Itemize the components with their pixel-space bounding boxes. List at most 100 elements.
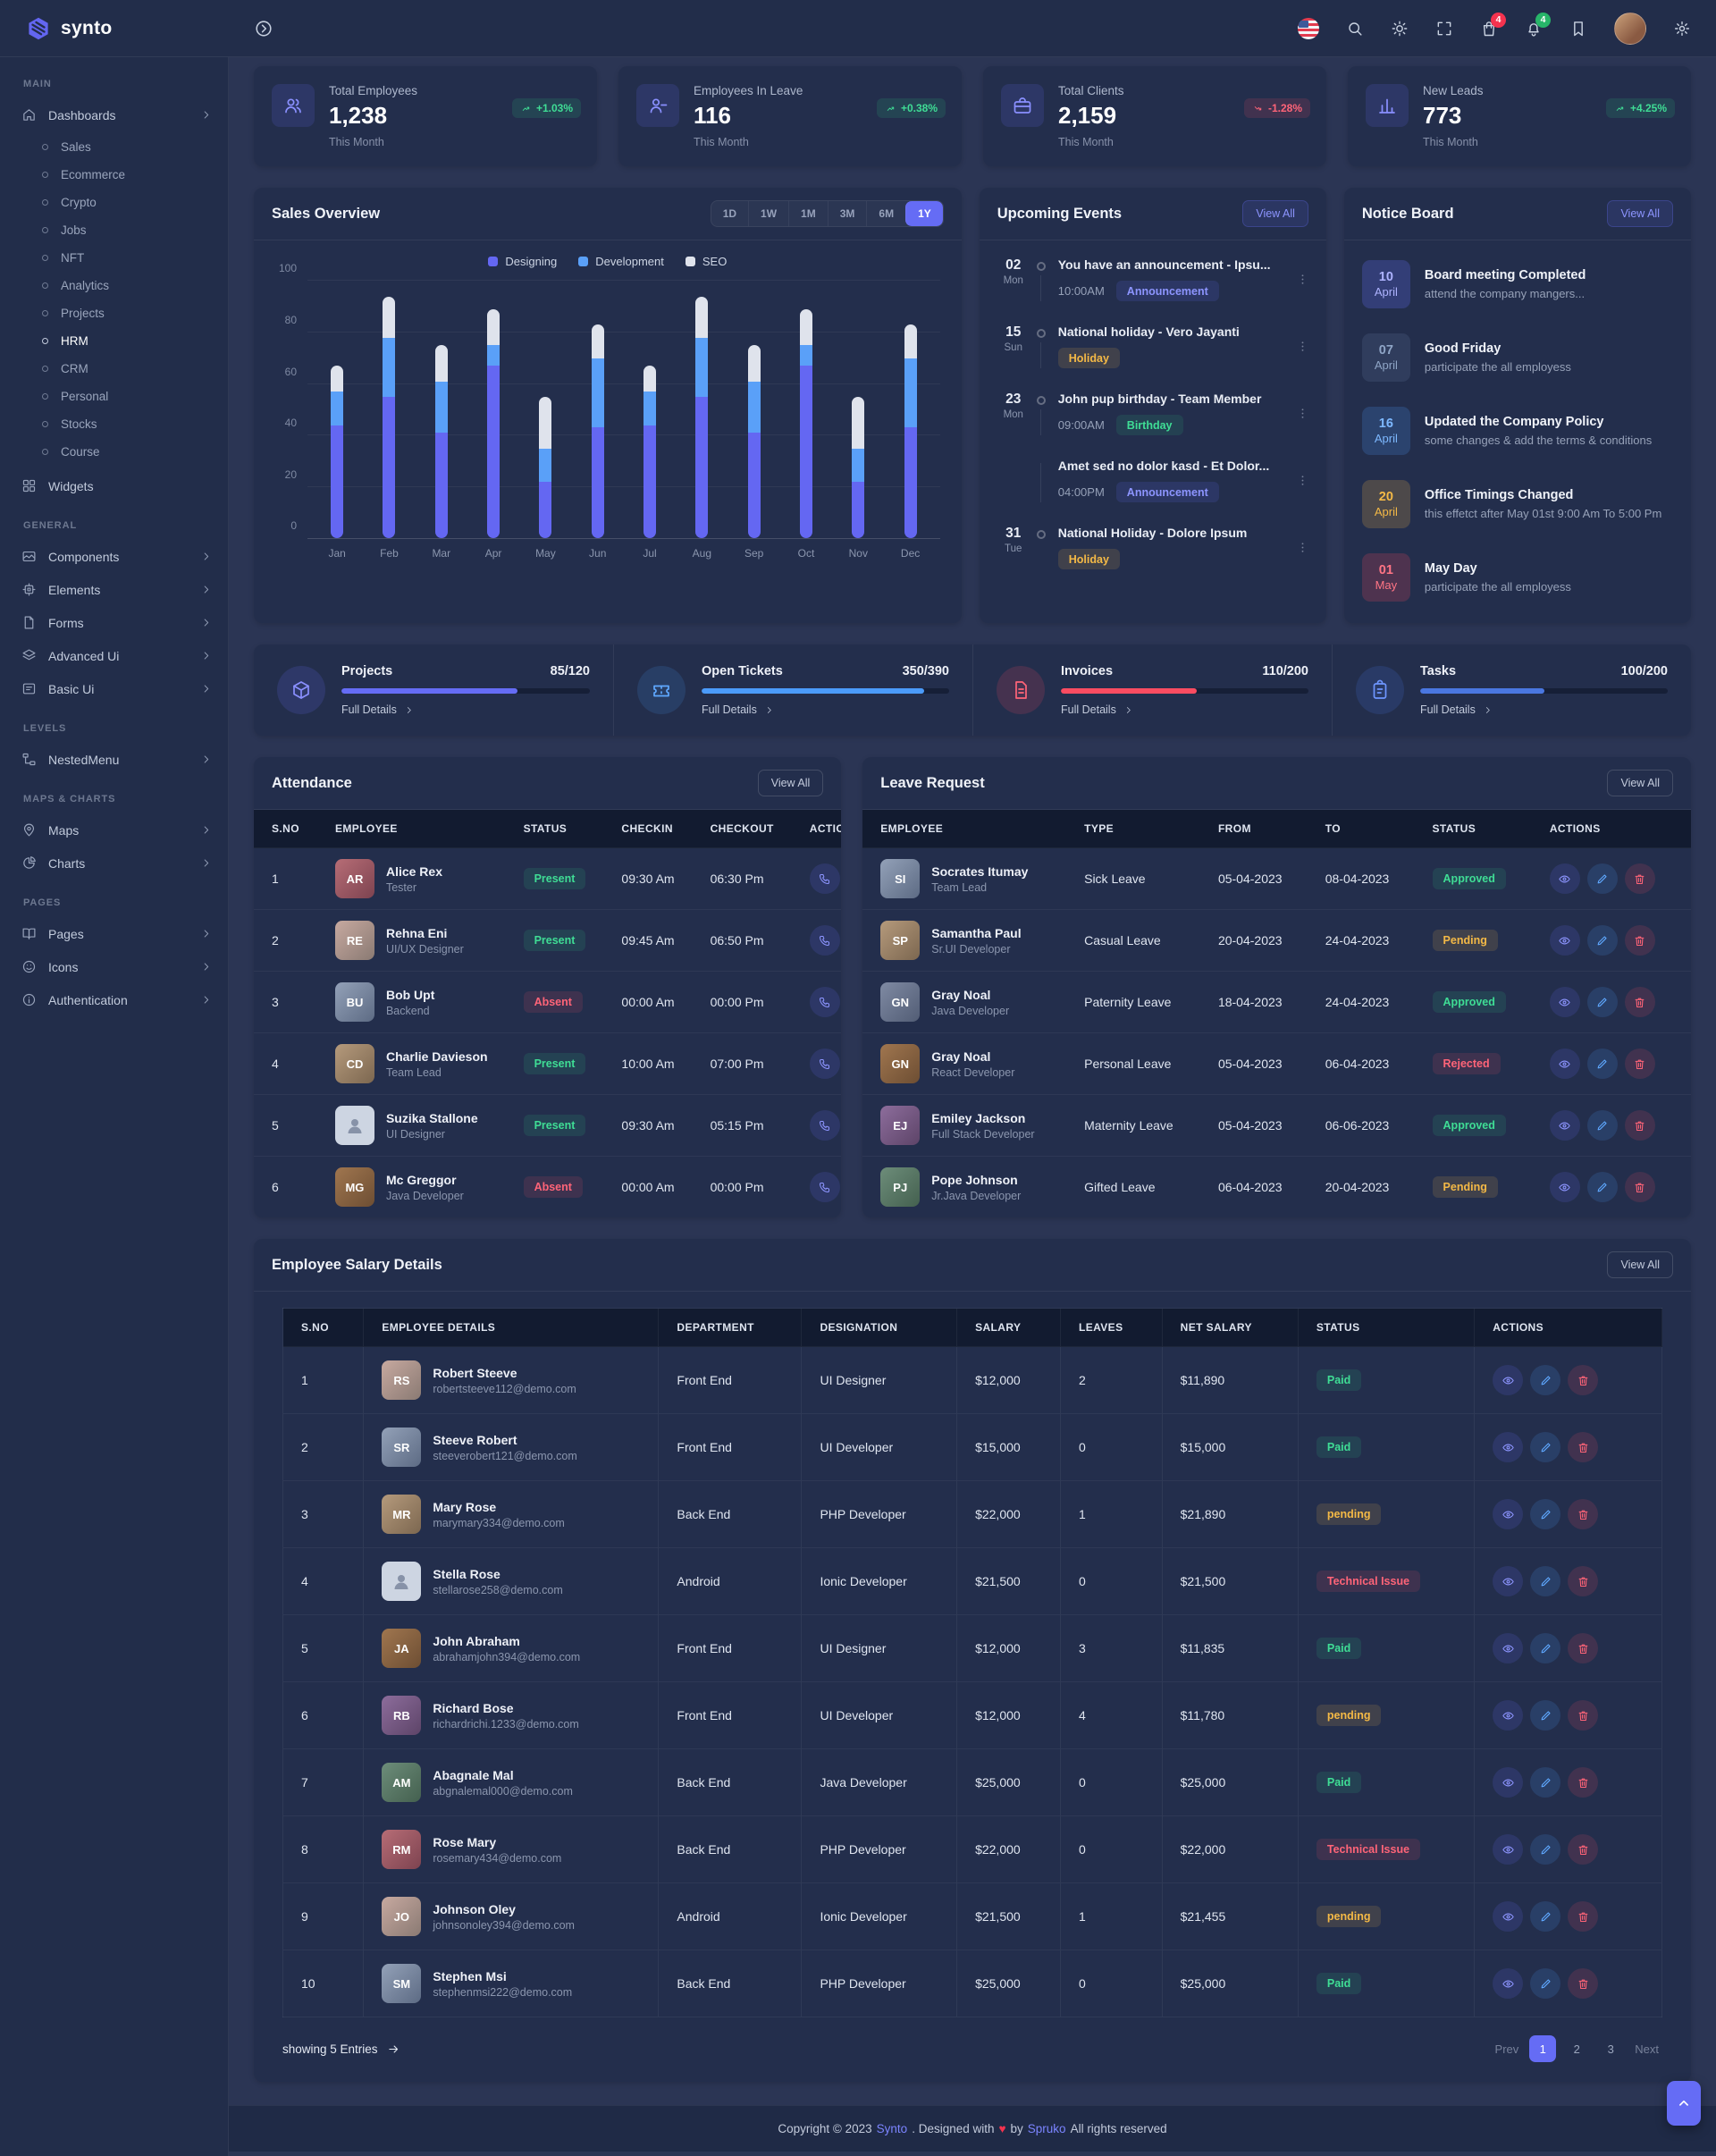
sidebar-item-authentication[interactable]: Authentication [0, 983, 228, 1016]
bar-jun[interactable] [592, 324, 604, 538]
sidebar-item-forms[interactable]: Forms [0, 606, 228, 639]
notice-item[interactable]: 07April Good Fridayparticipate the all e… [1344, 321, 1691, 394]
bar-mar[interactable] [435, 345, 448, 538]
view-button[interactable] [1550, 925, 1580, 956]
bookmark-icon[interactable] [1569, 20, 1587, 38]
edit-button[interactable] [1530, 1633, 1560, 1663]
table-row[interactable]: 5 JAJohn Abrahamabrahamjohn394@demo.com … [283, 1615, 1662, 1682]
attendance-view-all-button[interactable]: View All [758, 770, 824, 796]
table-row[interactable]: 9 JOJohnson Oleyjohnsonoley394@demo.com … [283, 1883, 1662, 1950]
kebab-menu-icon[interactable] [1295, 339, 1310, 354]
view-button[interactable] [1550, 863, 1580, 894]
table-row[interactable]: 6 MGMc GreggorJava Developer Absent 00:0… [254, 1157, 841, 1218]
kebab-menu-icon[interactable] [1295, 540, 1310, 555]
notice-item[interactable]: 01May May Dayparticipate the all employe… [1344, 541, 1691, 614]
delete-button[interactable] [1625, 1049, 1655, 1079]
view-button[interactable] [1493, 1700, 1523, 1731]
view-button[interactable] [1493, 1834, 1523, 1865]
delete-button[interactable] [1568, 1365, 1598, 1395]
delete-button[interactable] [1625, 1172, 1655, 1202]
edit-button[interactable] [1530, 1767, 1560, 1798]
scroll-to-top-button[interactable] [1667, 2081, 1701, 2126]
range-button-6m[interactable]: 6M [866, 201, 905, 226]
view-button[interactable] [1493, 1365, 1523, 1395]
events-view-all-button[interactable]: View All [1242, 200, 1308, 227]
full-details-link[interactable]: Full Details [1061, 703, 1308, 716]
pagination-prev[interactable]: Prev [1492, 2042, 1523, 2056]
view-button[interactable] [1493, 1432, 1523, 1462]
delete-button[interactable] [1568, 1700, 1598, 1731]
pagination-page-1[interactable]: 1 [1529, 2035, 1556, 2062]
view-button[interactable] [1493, 1968, 1523, 1999]
sidebar-subitem-crm[interactable]: CRM [0, 355, 228, 383]
sidebar-subitem-hrm[interactable]: HRM [0, 327, 228, 355]
sidebar-toggle-icon[interactable] [254, 19, 273, 38]
table-row[interactable]: SPSamantha PaulSr.UI Developer Casual Le… [862, 910, 1691, 972]
table-row[interactable]: 4 CDCharlie DaviesonTeam Lead Present 10… [254, 1033, 841, 1095]
kebab-menu-icon[interactable] [1295, 272, 1310, 287]
sidebar-subitem-course[interactable]: Course [0, 438, 228, 466]
view-button[interactable] [1493, 1499, 1523, 1529]
table-row[interactable]: 6 RBRichard Boserichardrichi.1233@demo.c… [283, 1682, 1662, 1749]
call-button[interactable] [810, 1110, 840, 1141]
sidebar-item-advanced-ui[interactable]: Advanced Ui [0, 639, 228, 672]
bar-dec[interactable] [904, 324, 917, 538]
notice-item[interactable]: 16April Updated the Company Policysome c… [1344, 394, 1691, 467]
table-row[interactable]: 2 RERehna EniUI/UX Designer Present 09:4… [254, 910, 841, 972]
kebab-menu-icon[interactable] [1295, 406, 1310, 421]
call-button[interactable] [810, 1049, 840, 1079]
view-button[interactable] [1493, 1633, 1523, 1663]
brand[interactable]: synto [0, 0, 229, 56]
call-button[interactable] [810, 863, 840, 894]
edit-button[interactable] [1530, 1365, 1560, 1395]
edit-button[interactable] [1587, 863, 1618, 894]
table-row[interactable]: 3 BUBob UptBackend Absent 00:00 Am 00:00… [254, 972, 841, 1033]
range-button-1m[interactable]: 1M [788, 201, 828, 226]
table-row[interactable]: 4 Stella Rosestellarose258@demo.com Andr… [283, 1548, 1662, 1615]
delete-button[interactable] [1625, 1110, 1655, 1141]
pagination-next[interactable]: Next [1631, 2042, 1662, 2056]
sidebar-subitem-personal[interactable]: Personal [0, 383, 228, 410]
fullscreen-icon[interactable] [1435, 20, 1453, 38]
salary-view-all-button[interactable]: View All [1607, 1251, 1673, 1278]
delete-button[interactable] [1568, 1432, 1598, 1462]
table-row[interactable]: 7 AMAbagnale Malabgnalemal000@demo.com B… [283, 1749, 1662, 1816]
call-button[interactable] [810, 925, 840, 956]
delete-button[interactable] [1568, 1499, 1598, 1529]
edit-button[interactable] [1530, 1566, 1560, 1596]
notifications-bell-icon[interactable]: 4 [1525, 20, 1543, 38]
delete-button[interactable] [1625, 987, 1655, 1017]
sidebar-item-basic-ui[interactable]: Basic Ui [0, 672, 228, 705]
table-row[interactable]: 8 RMRose Maryrosemary434@demo.com Back E… [283, 1816, 1662, 1883]
range-button-1w[interactable]: 1W [748, 201, 788, 226]
user-avatar[interactable] [1614, 13, 1646, 45]
delete-button[interactable] [1568, 1901, 1598, 1932]
edit-button[interactable] [1587, 987, 1618, 1017]
sidebar-subitem-analytics[interactable]: Analytics [0, 272, 228, 299]
sidebar-item-pages[interactable]: Pages [0, 917, 228, 950]
edit-button[interactable] [1587, 1110, 1618, 1141]
table-row[interactable]: GNGray NoalReact Developer Personal Leav… [862, 1033, 1691, 1095]
delete-button[interactable] [1568, 1968, 1598, 1999]
table-row[interactable]: 2 SRSteeve Robertsteeverobert121@demo.co… [283, 1414, 1662, 1481]
sidebar-item-nestedmenu[interactable]: NestedMenu [0, 743, 228, 776]
event-item[interactable]: 15Sun National holiday - Vero Jayanti Ho… [980, 313, 1326, 380]
event-item[interactable]: Amet sed no dolor kasd - Et Dolor... 04:… [980, 447, 1326, 514]
sidebar-subitem-stocks[interactable]: Stocks [0, 410, 228, 438]
edit-button[interactable] [1530, 1499, 1560, 1529]
view-button[interactable] [1550, 1172, 1580, 1202]
bar-jan[interactable] [331, 366, 343, 538]
event-item[interactable]: 02Mon You have an announcement - Ipsu...… [980, 246, 1326, 313]
table-row[interactable]: PJPope JohnsonJr.Java Developer Gifted L… [862, 1157, 1691, 1218]
notices-view-all-button[interactable]: View All [1607, 200, 1673, 227]
event-item[interactable]: 31Tue National Holiday - Dolore Ipsum Ho… [980, 514, 1326, 581]
sidebar-subitem-sales[interactable]: Sales [0, 133, 228, 161]
bar-sep[interactable] [748, 345, 761, 538]
full-details-link[interactable]: Full Details [341, 703, 590, 716]
sidebar-item-maps[interactable]: Maps [0, 813, 228, 846]
delete-button[interactable] [1568, 1566, 1598, 1596]
full-details-link[interactable]: Full Details [702, 703, 949, 716]
table-row[interactable]: 1 ARAlice RexTester Present 09:30 Am 06:… [254, 848, 841, 910]
leave-view-all-button[interactable]: View All [1607, 770, 1673, 796]
notice-item[interactable]: 20April Office Timings Changedthis effet… [1344, 467, 1691, 541]
